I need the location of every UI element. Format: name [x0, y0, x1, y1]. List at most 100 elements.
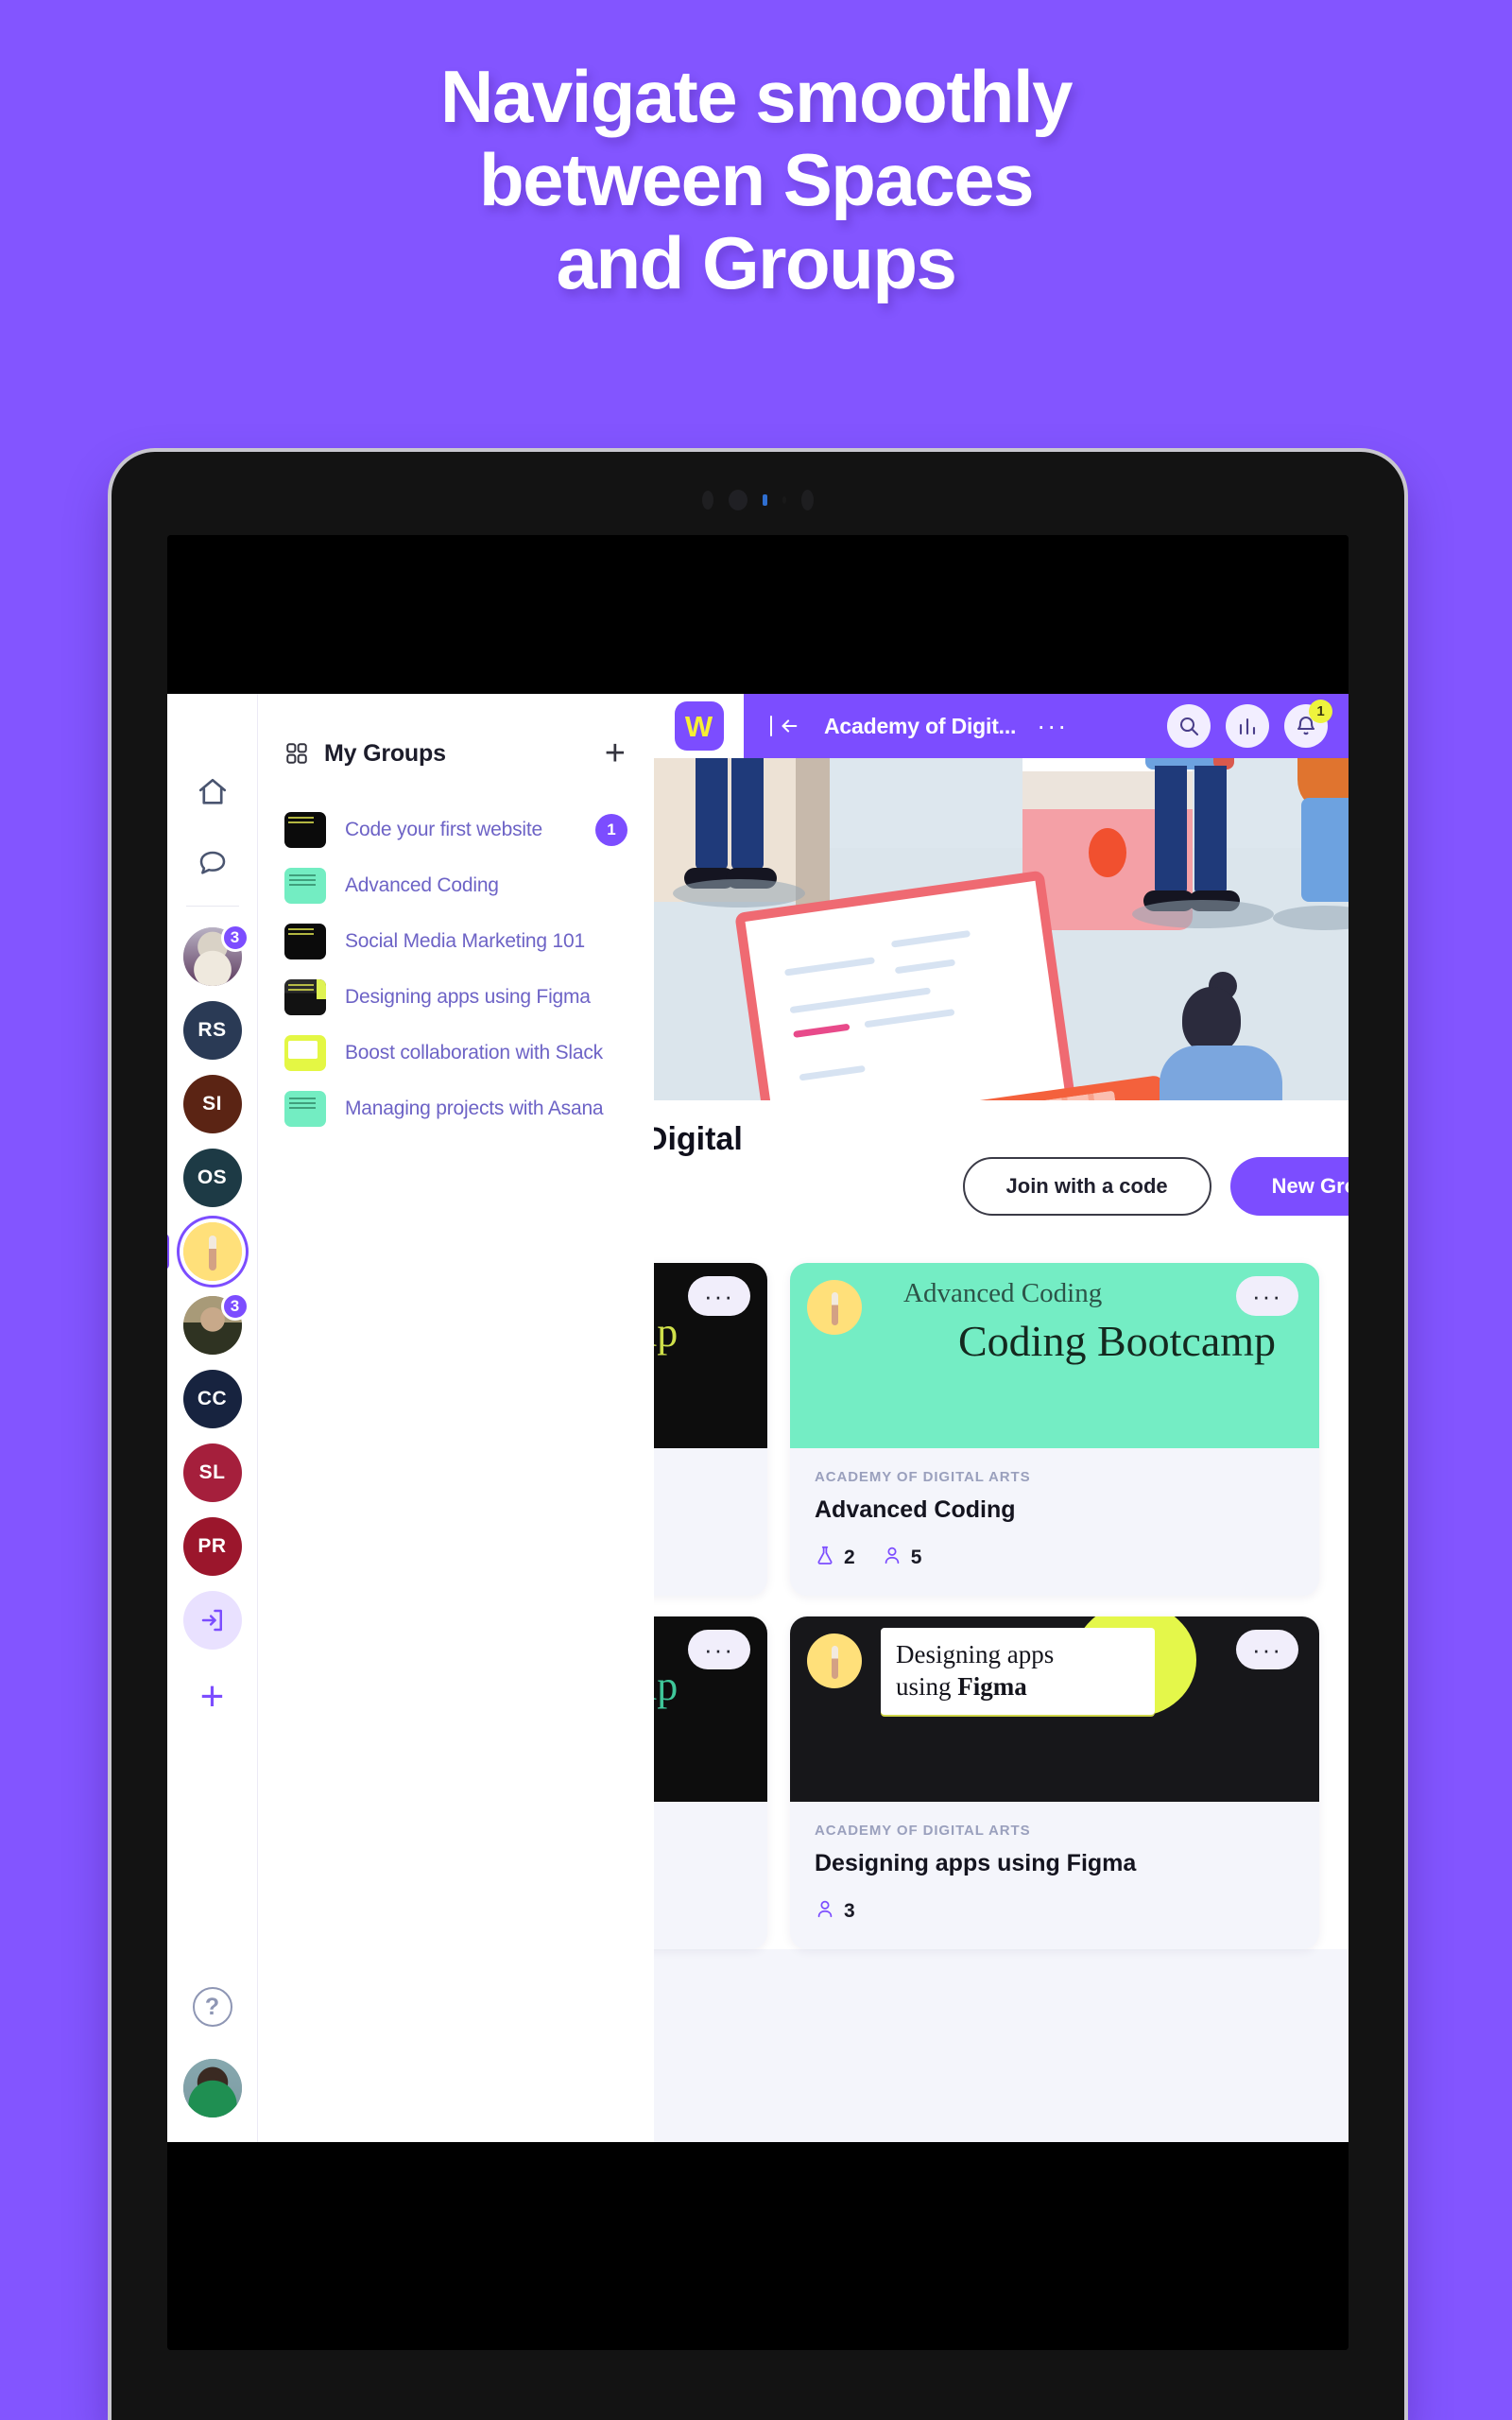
space-overflow-menu[interactable]: ···	[1037, 713, 1068, 738]
my-groups-title: My Groups	[324, 739, 446, 767]
group-list-item[interactable]: Advanced Coding	[258, 857, 654, 913]
group-card-body	[654, 1448, 767, 1590]
app-top-bar: W Academy of Digit... ··· 1	[654, 694, 1349, 758]
cover-label-line-2: using Figma	[896, 1671, 1027, 1701]
group-card-row: camp···Advanced CodingCoding Bootcamp···…	[654, 1242, 1349, 1596]
space-avatar-photo-2[interactable]: 3	[182, 1292, 249, 1355]
space-sl[interactable]: SL	[182, 1443, 242, 1502]
home-icon[interactable]	[186, 766, 239, 819]
group-card-body: ACADEMY OF DIGITAL ARTS Advanced Coding 2 5	[790, 1448, 1319, 1596]
headline-line-2: between Spaces	[479, 138, 1034, 222]
join-with-code-button[interactable]: Join with a code	[962, 1157, 1211, 1216]
space-sl-avatar: SL	[182, 1443, 242, 1502]
new-group-button[interactable]: New Group	[1229, 1157, 1349, 1216]
screen-letterbox-top	[167, 535, 1349, 694]
space-os[interactable]: OS	[182, 1149, 242, 1207]
main-content: W Academy of Digit... ··· 1 Digital Join…	[654, 694, 1349, 2142]
group-card-body: ACADEMY OF DIGITAL ARTS Designing apps us…	[790, 1802, 1319, 1949]
card-group-title: Designing apps using Figma	[815, 1850, 1137, 1876]
cover-label-line-1: Designing apps	[896, 1640, 1055, 1668]
group-thumbnail	[284, 1034, 326, 1071]
card-overflow-menu[interactable]: ···	[1236, 1276, 1298, 1316]
space-active-academy-avatar	[182, 1222, 242, 1281]
card-meta-person: 3	[815, 1898, 855, 1925]
card-space-name: ACADEMY OF DIGITAL ARTS	[815, 1469, 1031, 1485]
chat-bubble-icon[interactable]	[186, 836, 239, 889]
help-icon[interactable]: ?	[192, 1987, 232, 2027]
collapse-sidebar-icon[interactable]	[770, 716, 801, 736]
my-groups-panel: My Groups + Code your first website 1 Adva…	[257, 694, 654, 2142]
group-card-cover: camp ···	[654, 1616, 767, 1802]
group-list-item[interactable]: Social Media Marketing 101	[258, 913, 654, 969]
group-card-cover: camp ···	[654, 1263, 767, 1448]
cover-title-text: camp	[654, 1309, 679, 1356]
space-si[interactable]: SI	[182, 1075, 242, 1133]
group-card-body	[654, 1802, 767, 1944]
user-avatar[interactable]	[182, 2059, 242, 2118]
space-unread-badge: 3	[220, 1292, 249, 1321]
stats-icon[interactable]	[1226, 704, 1269, 748]
card-meta-row: 25	[815, 1545, 1295, 1571]
space-title-row: y of Digital Join with a code New Group	[654, 1100, 1349, 1242]
space-avatar-photo-1[interactable]: 3	[182, 924, 249, 986]
space-si-avatar: SI	[182, 1075, 242, 1133]
headline-line-3: and Groups	[556, 221, 957, 305]
cover-line-1: Advanced Coding	[903, 1278, 1103, 1308]
space-rail: 3 RS SI OS 3 CC SL PR + ?	[167, 694, 257, 2142]
group-thumbnail	[284, 867, 326, 904]
group-card-cover: Designing apps using Figma ···	[790, 1616, 1319, 1802]
my-groups-header: My Groups +	[258, 735, 654, 771]
bell-icon[interactable]: 1	[1284, 700, 1332, 748]
card-meta-value: 5	[910, 1547, 922, 1568]
card-meta-flask: 2	[815, 1545, 855, 1571]
group-thumbnail	[284, 978, 326, 1015]
space-cc[interactable]: CC	[182, 1370, 242, 1428]
card-meta-value: 3	[844, 1900, 855, 1922]
space-breadcrumb-title[interactable]: Academy of Digit...	[824, 714, 1016, 739]
group-list-item[interactable]: Boost collaboration with Slack	[258, 1025, 654, 1080]
add-group-button[interactable]: +	[605, 735, 626, 771]
notification-badge: 1	[1309, 700, 1332, 723]
flask-icon	[815, 1545, 835, 1571]
cover-space-avatar	[807, 1634, 862, 1688]
space-pr[interactable]: PR	[182, 1517, 242, 1576]
card-overflow-menu[interactable]: ···	[1236, 1630, 1298, 1669]
group-card[interactable]: camp ···	[654, 1263, 767, 1596]
cover-line-2: Coding Bootcamp	[958, 1317, 1277, 1365]
group-card[interactable]: Designing apps using Figma ··· ACADEMY OF D…	[790, 1616, 1319, 1949]
space-rs[interactable]: RS	[182, 1001, 242, 1060]
search-icon[interactable]	[1167, 704, 1211, 748]
promo-headline: Navigate smoothly between Spaces and Gro…	[0, 55, 1512, 304]
space-active-academy[interactable]	[167, 1222, 242, 1281]
group-name: Designing apps using Figma	[345, 985, 591, 1008]
space-cc-avatar: CC	[182, 1370, 242, 1428]
card-meta-person: 5	[882, 1545, 922, 1571]
rail-divider	[185, 906, 239, 907]
device-sensors	[112, 490, 1404, 510]
space-rs-avatar: RS	[182, 1001, 242, 1060]
add-space-button[interactable]: +	[186, 1670, 239, 1723]
group-card-grid: camp···Advanced CodingCoding Bootcamp···…	[654, 1242, 1349, 1949]
group-card[interactable]: camp ···	[654, 1616, 767, 1949]
cover-space-avatar	[807, 1280, 862, 1335]
space-pr-avatar: PR	[182, 1517, 242, 1576]
app-logo[interactable]: W	[654, 694, 744, 758]
group-card[interactable]: Advanced Coding Coding Bootcamp ··· ACADEMY…	[790, 1263, 1319, 1596]
grid-icon	[284, 741, 309, 766]
join-space-button[interactable]	[182, 1591, 242, 1650]
group-name: Social Media Marketing 101	[345, 929, 585, 952]
active-space-indicator	[167, 1234, 169, 1270]
group-list-item[interactable]: Designing apps using Figma	[258, 969, 654, 1025]
cover-title-label: Designing apps using Figma	[881, 1628, 1155, 1715]
card-overflow-menu[interactable]: ···	[688, 1630, 750, 1669]
group-list-item[interactable]: Code your first website 1	[258, 802, 654, 857]
card-space-name: ACADEMY OF DIGITAL ARTS	[815, 1823, 1031, 1839]
group-list-item[interactable]: Managing projects with Asana	[258, 1080, 654, 1136]
group-name: Managing projects with Asana	[345, 1097, 604, 1119]
cover-title-text: camp	[654, 1663, 679, 1709]
space-unread-badge: 3	[220, 924, 249, 952]
card-group-title: Advanced Coding	[815, 1496, 1016, 1523]
card-overflow-menu[interactable]: ···	[688, 1276, 750, 1316]
group-unread-badge: 1	[595, 813, 627, 846]
group-thumbnail	[284, 923, 326, 959]
